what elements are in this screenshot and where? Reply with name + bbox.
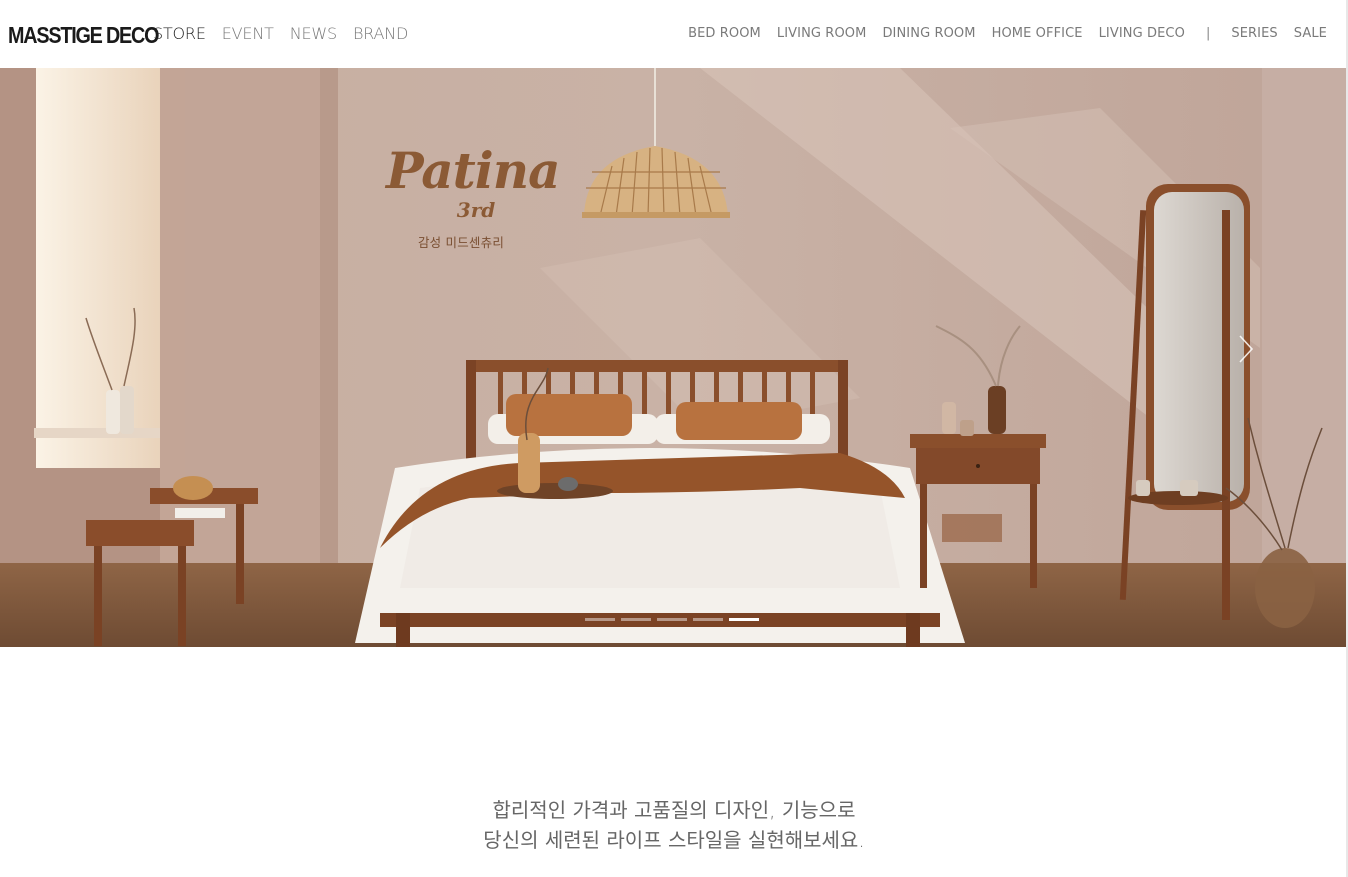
chevron-right-icon[interactable] <box>1236 334 1256 364</box>
main-nav: STORE EVENT NEWS BRAND <box>153 22 424 46</box>
slide-dot-2[interactable] <box>621 618 651 621</box>
slide-dot-5[interactable] <box>729 618 759 621</box>
slide-dot-4[interactable] <box>693 618 723 621</box>
cat-living-room[interactable]: LIVING ROOM <box>777 24 867 44</box>
category-nav: BED ROOM LIVING ROOM DINING ROOM HOME OF… <box>672 24 1327 44</box>
hero-slider[interactable]: Patina 3rd 감성 미드센츄리 <box>0 68 1348 647</box>
cat-bed-room[interactable]: BED ROOM <box>688 24 761 44</box>
slider-pagination <box>585 618 759 621</box>
hero-room-image <box>0 68 1348 647</box>
nav-store[interactable]: STORE <box>153 22 206 46</box>
nav-news[interactable]: NEWS <box>290 22 337 46</box>
collection-tagline: 감성 미드센츄리 <box>417 235 505 250</box>
nav-sale[interactable]: SALE <box>1294 24 1327 44</box>
slide-dot-1[interactable] <box>585 618 615 621</box>
site-logo[interactable]: MASSTIGE DECO <box>8 21 160 49</box>
slide-dot-3[interactable] <box>657 618 687 621</box>
cat-dining-room[interactable]: DINING ROOM <box>882 24 975 44</box>
nav-event[interactable]: EVENT <box>222 22 274 46</box>
nav-brand[interactable]: BRAND <box>353 22 408 46</box>
cat-home-office[interactable]: HOME OFFICE <box>992 24 1083 44</box>
collection-title: Patina 3rd 감성 미드센츄리 <box>386 141 561 251</box>
intro-text: 합리적인 가격과 고품질의 디자인, 기능으로 당신의 세련된 라이프 스타일을… <box>0 795 1348 855</box>
cat-living-deco[interactable]: LIVING DECO <box>1099 24 1185 44</box>
collection-name: Patina <box>386 141 561 200</box>
intro-line-2: 당신의 세련된 라이프 스타일을 실현해보세요. <box>483 828 865 852</box>
site-header: MASSTIGE DECO STORE EVENT NEWS BRAND BED… <box>0 0 1348 68</box>
intro-line-1: 합리적인 가격과 고품질의 디자인, 기능으로 <box>492 798 856 822</box>
nav-series[interactable]: SERIES <box>1231 24 1277 44</box>
collection-edition: 3rd <box>456 198 496 222</box>
nav-separator: | <box>1205 26 1211 41</box>
